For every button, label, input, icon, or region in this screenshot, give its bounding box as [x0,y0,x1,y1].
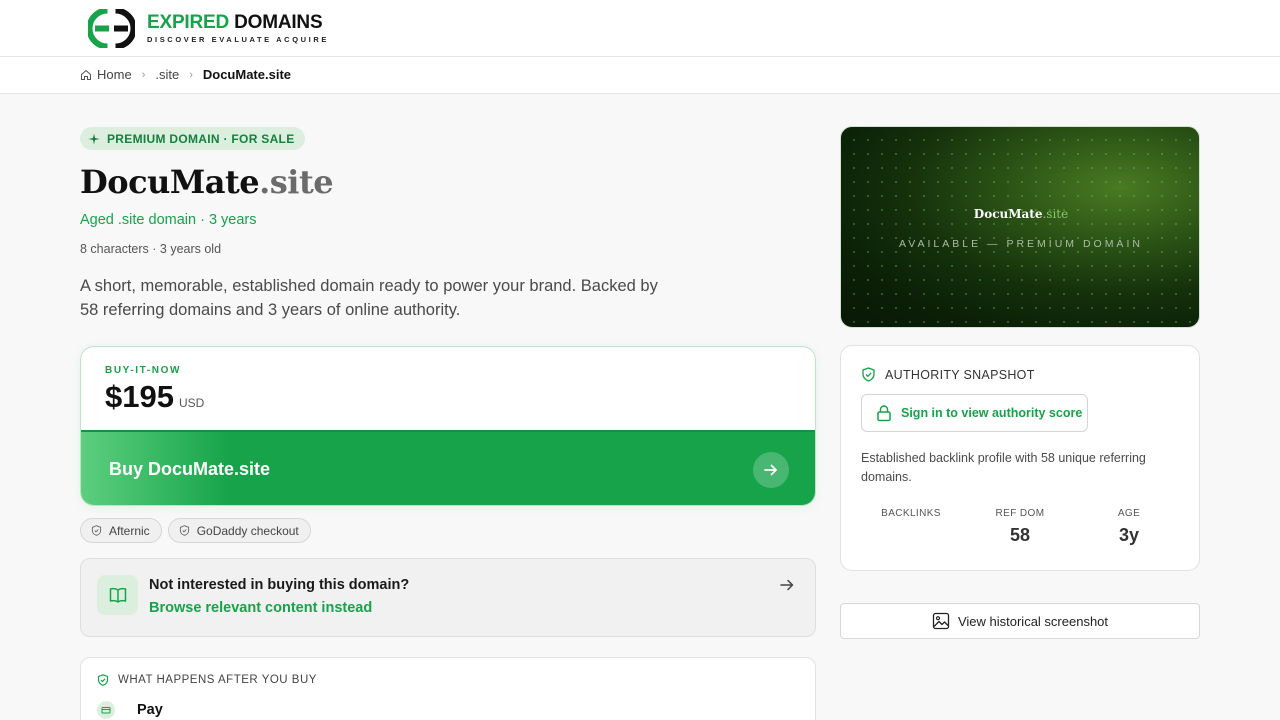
alt-question: Not interested in buying this domain? [149,577,410,593]
premium-badge: PREMIUM DOMAIN · FOR SALE [80,127,305,150]
brand-name: EXPIRED DOMAINS [147,12,323,33]
after-purchase-card: WHAT HAPPENS AFTER YOU BUY Pay [80,657,816,720]
home-icon [81,69,91,80]
price-currency: USD [178,396,205,410]
image-icon [932,612,950,630]
chip-afternic: Afternic [80,518,162,543]
chevron-right-icon: › [141,68,146,81]
aged-line: Aged .site domain · 3 years [80,212,257,228]
logo-mark-icon [88,9,135,48]
breadcrumb: Home › .site › DocuMate.site [80,67,291,82]
hero-subtitle: AVAILABLE — PREMIUM DOMAIN [899,238,1143,250]
buy-box: BUY-IT-NOW $195 USD Buy DocuMate.site [80,346,816,506]
stat-age: AGE 3y [1117,508,1141,545]
step-pay: Pay [97,701,163,719]
buy-button[interactable]: Buy DocuMate.site [81,430,815,505]
authority-snapshot-card: AUTHORITY SNAPSHOT Sign in to view autho… [840,345,1200,571]
top-header: EXPIRED DOMAINS DISCOVER EVALUATE ACQUIR… [0,0,1280,57]
buy-it-now-label: BUY-IT-NOW [105,365,181,376]
authority-stats: BACKLINKS REF DOM 58 AGE 3y [861,508,1181,548]
brand-logo[interactable]: EXPIRED DOMAINS DISCOVER EVALUATE ACQUIR… [88,9,329,48]
chevron-right-icon: › [189,68,193,81]
arrow-right-icon [753,452,789,488]
checkout-chips: Afternic GoDaddy checkout [80,518,311,543]
shield-icon [91,525,102,536]
breadcrumb-current: DocuMate.site [202,67,292,82]
breadcrumb-tld[interactable]: .site [155,67,179,82]
after-purchase-heading: WHAT HAPPENS AFTER YOU BUY [97,674,317,686]
stat-ref-dom: REF DOM 58 [995,508,1045,545]
browse-content-link[interactable]: Browse relevant content instead [149,600,372,616]
stat-backlinks: BACKLINKS [881,508,941,519]
arrow-right-icon [780,579,794,591]
hero-domain-name: DocuMate.site [973,207,1069,221]
sparkle-icon [88,133,100,144]
breadcrumb-home[interactable]: Home [97,67,132,82]
domain-description: A short, memorable, established domain r… [80,277,658,319]
chip-godaddy: GoDaddy checkout [167,518,311,543]
shield-icon [179,525,189,536]
authority-description: Established backlink profile with 58 uni… [861,451,1146,484]
shield-check-icon [862,367,875,382]
view-history-button[interactable]: View historical screenshot [840,603,1200,639]
card-icon [97,701,115,719]
browse-content-card[interactable]: Not interested in buying this domain? Br… [80,558,816,637]
book-icon [97,575,138,615]
domain-title: DocuMate.site [80,163,334,201]
domain-hero-image: DocuMate.site AVAILABLE — PREMIUM DOMAIN [840,126,1200,328]
shield-check-icon [97,674,109,686]
sign-in-button[interactable]: Sign in to view authority score [861,394,1088,432]
price: $195 USD [105,379,204,415]
price-amount: $195 [105,379,174,414]
meta-line: 8 characters · 3 years old [80,242,222,256]
brand-tagline: DISCOVER EVALUATE ACQUIRE [147,35,329,44]
buy-button-label: Buy DocuMate.site [109,459,271,479]
breadcrumb-bar: Home › .site › DocuMate.site [0,57,1280,94]
lock-icon [877,405,891,422]
authority-heading: AUTHORITY SNAPSHOT [861,367,1035,382]
